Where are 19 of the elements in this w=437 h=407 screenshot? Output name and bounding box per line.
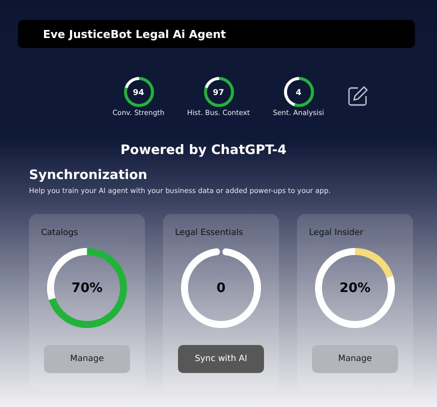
sync-button[interactable]: Sync with AI [178, 345, 264, 373]
progress-ring [204, 77, 234, 107]
stat-value: 4 [296, 88, 302, 96]
manage-button[interactable]: Manage [312, 345, 398, 373]
agent-title: Eve JusticeBot Legal Ai Agent [43, 28, 226, 40]
progress-value: 70% [71, 280, 103, 296]
card-title: Legal Essentials [175, 228, 244, 238]
manage-button[interactable]: Manage [44, 345, 130, 373]
card-title: Legal Insider [309, 228, 364, 238]
edit-icon[interactable] [347, 85, 369, 107]
stat-value: 94 [132, 88, 144, 96]
progress-ring [284, 77, 314, 107]
stat-value: 97 [212, 88, 224, 96]
section-title: Synchronization [29, 168, 148, 183]
progress-value: 0 [216, 280, 226, 296]
progress-value: 20% [339, 280, 371, 296]
powered-by-text: Powered by ChatGPT-4 [119, 143, 288, 158]
card-title: Catalogs [41, 228, 78, 238]
progress-ring [124, 77, 154, 107]
